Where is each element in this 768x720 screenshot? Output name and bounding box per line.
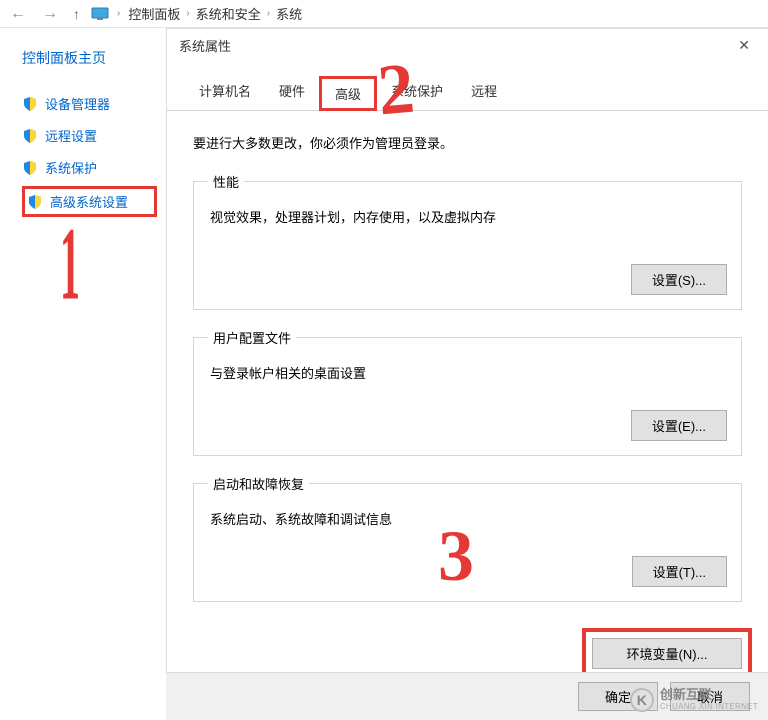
sidebar-item-label: 设备管理器 xyxy=(45,94,110,113)
sidebar-item-label: 系统保护 xyxy=(45,158,97,177)
dialog-body: 要进行大多数更改，你必须作为管理员登录。 性能 视觉效果，处理器计划，内存使用，… xyxy=(167,111,768,630)
breadcrumb: 控制面板 › 系统和安全 › 系统 xyxy=(128,4,302,23)
performance-group: 性能 视觉效果，处理器计划，内存使用，以及虚拟内存 设置(S)... xyxy=(193,172,742,310)
watermark-logo-icon: K xyxy=(630,688,654,712)
system-properties-dialog: 系统属性 ✕ 计算机名 硬件 高级 系统保护 远程 要进行大多数更改，你必须作为… xyxy=(166,28,768,720)
startup-recovery-legend: 启动和故障恢复 xyxy=(208,474,309,493)
tabs: 计算机名 硬件 高级 系统保护 远程 xyxy=(167,75,768,111)
dialog-titlebar: 系统属性 ✕ xyxy=(167,29,768,61)
close-button[interactable]: ✕ xyxy=(732,37,756,54)
address-bar: ← → ↑ › 控制面板 › 系统和安全 › 系统 xyxy=(0,0,768,28)
watermark: K 创新互联 CHUANG XIN INTERNET xyxy=(630,688,758,712)
breadcrumb-item[interactable]: 系统和安全 xyxy=(196,4,261,23)
tab-computer-name[interactable]: 计算机名 xyxy=(185,75,265,110)
sidebar-item-advanced-system-settings[interactable]: 高级系统设置 xyxy=(22,186,157,217)
chevron-right-icon: › xyxy=(267,8,270,19)
breadcrumb-item[interactable]: 系统 xyxy=(276,4,302,23)
instruction-text: 要进行大多数更改，你必须作为管理员登录。 xyxy=(193,133,742,152)
forward-button[interactable]: → xyxy=(38,5,62,23)
user-profile-legend: 用户配置文件 xyxy=(208,328,296,347)
startup-recovery-desc: 系统启动、系统故障和调试信息 xyxy=(210,509,727,528)
user-profile-group: 用户配置文件 与登录帐户相关的桌面设置 设置(E)... xyxy=(193,328,742,456)
sidebar-item-device-manager[interactable]: 设备管理器 xyxy=(22,90,166,117)
tab-remote[interactable]: 远程 xyxy=(457,75,511,110)
user-profile-desc: 与登录帐户相关的桌面设置 xyxy=(210,363,727,382)
environment-variables-button[interactable]: 环境变量(N)... xyxy=(592,638,742,669)
back-button[interactable]: ← xyxy=(6,5,30,23)
chevron-right-icon: › xyxy=(117,8,120,19)
dialog-title: 系统属性 xyxy=(179,36,231,55)
sidebar-item-remote-settings[interactable]: 远程设置 xyxy=(22,122,166,149)
shield-icon xyxy=(22,96,38,112)
env-var-row: 环境变量(N)... xyxy=(167,638,768,669)
sidebar: 控制面板主页 设备管理器 远程设置 系统保护 高级系统设置 xyxy=(0,28,166,720)
shield-icon xyxy=(22,160,38,176)
sidebar-title[interactable]: 控制面板主页 xyxy=(22,48,166,68)
sidebar-item-label: 高级系统设置 xyxy=(50,192,128,211)
performance-desc: 视觉效果，处理器计划，内存使用，以及虚拟内存 xyxy=(210,207,727,226)
sidebar-item-system-protection[interactable]: 系统保护 xyxy=(22,154,166,181)
up-button[interactable]: ↑ xyxy=(70,6,83,22)
breadcrumb-item[interactable]: 控制面板 xyxy=(128,4,180,23)
shield-icon xyxy=(22,128,38,144)
user-profile-settings-button[interactable]: 设置(E)... xyxy=(631,410,727,441)
performance-legend: 性能 xyxy=(208,172,244,191)
sidebar-item-label: 远程设置 xyxy=(45,126,97,145)
tab-system-protection[interactable]: 系统保护 xyxy=(377,75,457,110)
shield-icon xyxy=(27,194,43,210)
chevron-right-icon: › xyxy=(186,8,189,19)
pc-icon xyxy=(91,7,109,21)
tab-advanced[interactable]: 高级 xyxy=(319,76,377,111)
tab-hardware[interactable]: 硬件 xyxy=(265,75,319,110)
startup-recovery-settings-button[interactable]: 设置(T)... xyxy=(632,556,727,587)
performance-settings-button[interactable]: 设置(S)... xyxy=(631,264,727,295)
startup-recovery-group: 启动和故障恢复 系统启动、系统故障和调试信息 设置(T)... xyxy=(193,474,742,602)
watermark-en: CHUANG XIN INTERNET xyxy=(660,703,758,712)
watermark-cn: 创新互联 xyxy=(660,688,758,702)
